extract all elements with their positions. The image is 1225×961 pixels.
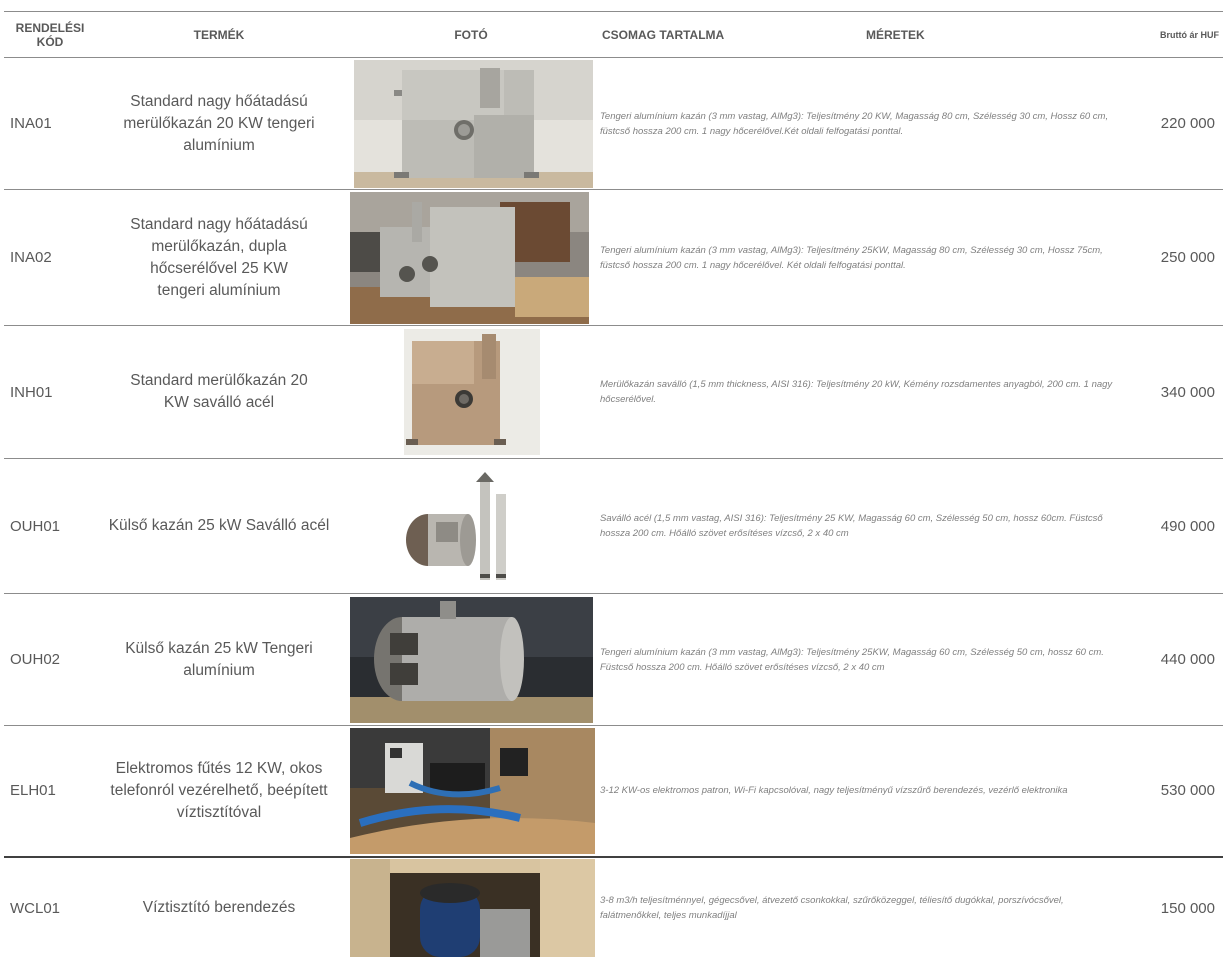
electric-heater-photo [350, 727, 595, 854]
product-name: Elektromos fűtés 12 KW, okos telefonról … [96, 725, 342, 858]
header-price: Bruttó ár HUF [1140, 11, 1223, 58]
product-photo-cell [342, 593, 600, 726]
product-description: Tengeri alumínium kazán (3 mm vastag, Al… [600, 593, 1140, 726]
product-name-text: Külső kazán 25 kW Saválló acél [108, 517, 330, 534]
product-photo-cell [342, 458, 600, 594]
product-photo-cell [342, 725, 600, 858]
product-name-text: Standard nagy hőátadású merülőkazán 20 K… [123, 92, 315, 154]
product-description: 3-12 KW-os elektromos patron, Wi-Fi kapc… [600, 725, 1140, 858]
product-name-text: Külső kazán 25 kW Tengeri alumínium [125, 639, 313, 679]
header-code: RENDELÉSI KÓD [4, 11, 96, 58]
price-list-sheet: RENDELÉSI KÓD TERMÉK FOTÓ CSOMAG TARTALM… [0, 0, 1225, 961]
double-exchanger-boiler-photo [350, 191, 589, 324]
product-photo-cell [342, 189, 600, 326]
header-package-label: CSOMAG TARTALMA [602, 27, 725, 42]
product-code: INA01 [4, 57, 96, 190]
header-dimensions-label: MÉRETEK [866, 27, 925, 42]
product-description: 3-8 m3/h teljesítménnyel, gégecsővel, át… [600, 895, 1064, 921]
product-price: 530 000 [1140, 725, 1223, 858]
product-price: 490 000 [1140, 458, 1223, 594]
table-row: ELH01 Elektromos fűtés 12 KW, okos telef… [4, 725, 1223, 858]
product-name-text: Elektromos fűtés 12 KW, okos telefonról … [110, 759, 328, 821]
table-row: INA02 Standard nagy hőátadású merülőkazá… [4, 189, 1223, 326]
external-stainless-boiler-photo [406, 464, 526, 588]
table-row: INA01 Standard nagy hőátadású merülőkazá… [4, 57, 1223, 190]
product-name: Külső kazán 25 kW Tengeri alumínium [96, 593, 342, 726]
header-product: TERMÉK [96, 11, 342, 58]
table-row: OUH02 Külső kazán 25 kW Tengeri alumíniu… [4, 593, 1223, 726]
header-row: RENDELÉSI KÓD TERMÉK FOTÓ CSOMAG TARTALM… [4, 11, 1223, 58]
table-row: WCL01 Víztisztító berendezés 3-8 m3/h te… [4, 857, 1223, 959]
product-photo-cell [342, 57, 600, 190]
product-name: Víztisztító berendezés [96, 857, 342, 959]
product-code: ELH01 [4, 725, 96, 858]
product-price: 340 000 [1140, 325, 1223, 459]
product-name-text: Standard merülőkazán 20 KW saválló acél [130, 372, 308, 411]
product-name-text: Víztisztító berendezés [142, 899, 296, 916]
table-row: OUH01 Külső kazán 25 kW Saválló acél Sav… [4, 458, 1223, 594]
header-package: CSOMAG TARTALMA MÉRETEK [600, 11, 1140, 58]
stainless-immersion-boiler-photo [404, 329, 540, 455]
product-code: INA02 [4, 189, 96, 326]
product-name: Standard merülőkazán 20 KW saválló acél [96, 325, 342, 459]
header-photo: FOTÓ [342, 11, 600, 58]
product-name: Standard nagy hőátadású merülőkazán 20 K… [96, 57, 342, 190]
product-name: Standard nagy hőátadású merülőkazán, dup… [96, 189, 342, 326]
aluminium-immersion-boiler-photo [354, 59, 593, 188]
product-price: 150 000 [1160, 899, 1215, 917]
water-cleaner-photo [350, 859, 595, 957]
product-description: Tengeri alumínium kazán (3 mm vastag, Al… [600, 189, 1140, 326]
product-price: 440 000 [1140, 593, 1223, 726]
price-table: RENDELÉSI KÓD TERMÉK FOTÓ CSOMAG TARTALM… [4, 11, 1223, 959]
product-price: 250 000 [1140, 189, 1223, 326]
product-code: OUH01 [4, 458, 96, 594]
product-name-text: Standard nagy hőátadású merülőkazán, dup… [130, 215, 308, 299]
product-description: Tengeri alumínium kazán (3 mm vastag, Al… [600, 57, 1140, 190]
product-name: Külső kazán 25 kW Saválló acél [96, 458, 342, 594]
product-code: INH01 [4, 325, 96, 459]
product-description: Merülőkazán saválló (1,5 mm thickness, A… [600, 325, 1140, 459]
product-photo-cell [342, 857, 600, 959]
product-code: WCL01 [10, 899, 61, 917]
product-description: Saválló acél (1,5 mm vastag, AISI 316): … [600, 458, 1140, 594]
external-aluminium-boiler-photo [350, 596, 593, 723]
product-code: OUH02 [4, 593, 96, 726]
table-row: INH01 Standard merülőkazán 20 KW saválló… [4, 325, 1223, 459]
product-photo-cell [342, 325, 600, 459]
product-price: 220 000 [1140, 57, 1223, 190]
